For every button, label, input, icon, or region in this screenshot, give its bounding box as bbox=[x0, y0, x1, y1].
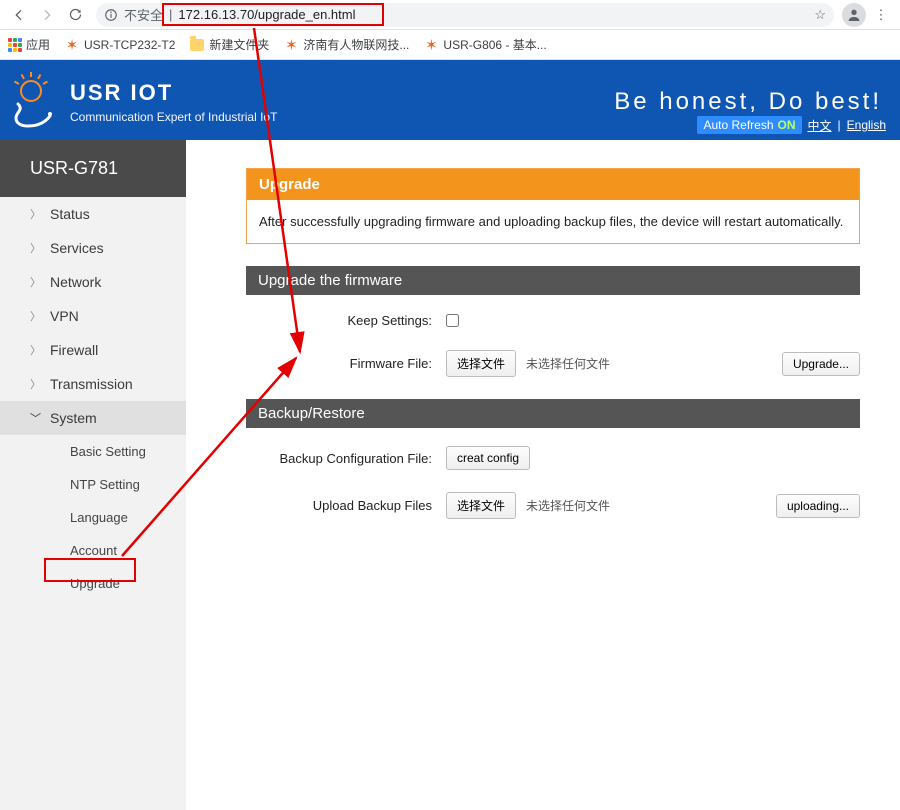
annotation-arrows bbox=[0, 0, 900, 670]
